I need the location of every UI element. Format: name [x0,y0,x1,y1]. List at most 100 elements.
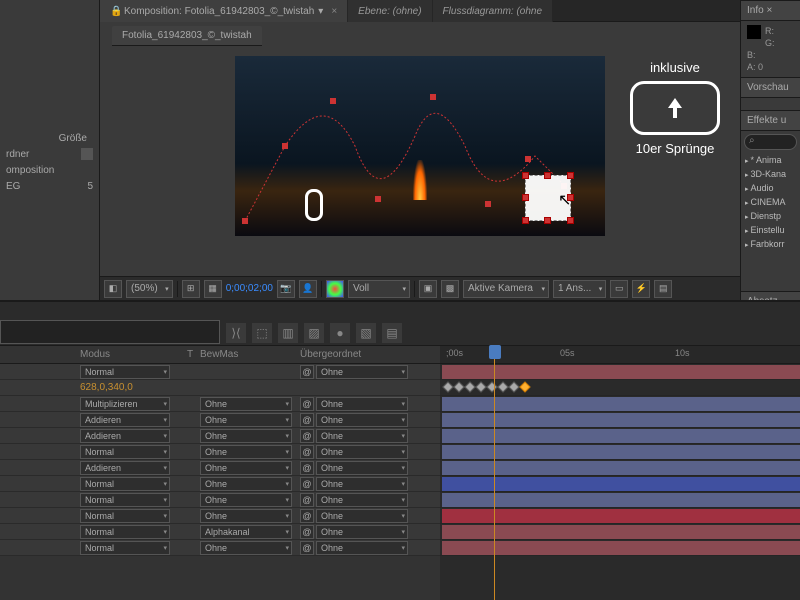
layer-row[interactable]: Normal @Ohne [0,364,440,380]
pickwhip-icon[interactable]: @ [300,445,314,459]
blend-mode-dropdown[interactable]: Normal [80,477,170,491]
snapshot-icon[interactable]: 📷 [277,280,295,298]
keyframe[interactable] [475,381,486,392]
safe-zones-icon[interactable]: ▦ [204,280,222,298]
layer-row[interactable]: AddierenOhne@Ohne [0,412,440,428]
grid-icon[interactable]: ⊞ [182,280,200,298]
current-time[interactable]: 0;00;02;00 [226,283,273,294]
layer-duration-bar[interactable] [442,509,800,523]
tab-dropdown-icon[interactable]: ▾ [318,6,323,17]
keyframe[interactable] [453,381,464,392]
pickwhip-icon[interactable]: @ [300,365,314,379]
trkmat-dropdown[interactable]: Ohne [200,413,292,427]
effect-category[interactable]: Farbkorr [741,237,800,251]
views-dropdown[interactable]: 1 Ans... [553,280,606,298]
layer-row[interactable]: NormalOhne@Ohne [0,492,440,508]
playhead[interactable] [494,346,495,600]
blend-mode-dropdown[interactable]: Normal [80,509,170,523]
keyframe[interactable] [497,381,508,392]
blend-mode-dropdown[interactable]: Normal [80,365,170,379]
keyframe[interactable] [486,381,497,392]
layer-row[interactable]: NormalOhne@Ohne [0,508,440,524]
layer-row[interactable]: NormalOhne@Ohne [0,540,440,556]
channel-icon[interactable] [326,280,344,298]
panel-preview-header[interactable]: Vorschau [741,77,800,98]
col-trkmat[interactable]: BewMas [200,349,300,360]
trkmat-dropdown[interactable]: Ohne [200,493,292,507]
layer-duration-bar[interactable] [442,365,800,379]
parent-dropdown[interactable]: Ohne [316,525,408,539]
layer-row[interactable]: NormalOhne@Ohne [0,444,440,460]
brain-icon[interactable]: ● [330,323,350,343]
layer-row[interactable]: AddierenOhne@Ohne [0,460,440,476]
always-preview-icon[interactable]: ◧ [104,280,122,298]
close-icon[interactable]: × [331,6,337,17]
trkmat-dropdown[interactable]: Ohne [200,429,292,443]
position-value[interactable]: 628,0,340,0 [0,382,133,393]
effect-category[interactable]: Dienstp [741,209,800,223]
layer-row[interactable]: MultiplizierenOhne@Ohne [0,396,440,412]
col-t[interactable]: T [180,349,200,360]
motion-blur-icon[interactable]: ▨ [304,323,324,343]
zoom-dropdown[interactable]: (50%) [126,280,173,298]
trkmat-dropdown[interactable]: Alphakanal [200,525,292,539]
draft-3d-icon[interactable]: ⬚ [252,323,272,343]
blend-mode-dropdown[interactable]: Addieren [80,429,170,443]
parent-dropdown[interactable]: Ohne [316,397,408,411]
pixel-aspect-icon[interactable]: ▭ [610,280,628,298]
shy-icon[interactable]: ⟩⟨ [226,323,246,343]
fast-preview-icon[interactable]: ⚡ [632,280,650,298]
blend-mode-dropdown[interactable]: Normal [80,493,170,507]
layer-row[interactable]: AddierenOhne@Ohne [0,428,440,444]
parent-dropdown[interactable]: Ohne [316,445,408,459]
parent-dropdown[interactable]: Ohne [316,365,408,379]
effect-category[interactable]: CINEMA [741,195,800,209]
pickwhip-icon[interactable]: @ [300,541,314,555]
graph-editor-icon[interactable]: ▧ [356,323,376,343]
keyframe[interactable] [519,381,530,392]
trkmat-dropdown[interactable]: Ohne [200,461,292,475]
effect-category[interactable]: * Anima [741,153,800,167]
switches-icon[interactable]: ▤ [382,323,402,343]
blend-mode-dropdown[interactable]: Addieren [80,461,170,475]
layer-row[interactable]: Normal Alphakanal @Ohne [0,524,440,540]
tab-composition[interactable]: 🔒 Komposition: Fotolia_61942803_©_twista… [100,0,348,22]
tab-flowchart[interactable]: Flussdiagramm: (ohne [433,0,553,22]
shape-1[interactable] [305,189,323,221]
effect-category[interactable]: Audio [741,181,800,195]
blend-mode-dropdown[interactable]: Normal [80,541,170,555]
layer-duration-bar[interactable] [442,541,800,555]
layer-duration-bar[interactable] [442,445,800,459]
blend-mode-dropdown[interactable]: Normal [80,525,170,539]
trkmat-dropdown[interactable]: Ohne [200,445,292,459]
pickwhip-icon[interactable]: @ [300,397,314,411]
roi-icon[interactable]: ▣ [419,280,437,298]
parent-dropdown[interactable]: Ohne [316,493,408,507]
trkmat-dropdown[interactable]: Ohne [200,541,292,555]
parent-dropdown[interactable]: Ohne [316,477,408,491]
frame-blend-icon[interactable]: ▥ [278,323,298,343]
trkmat-dropdown[interactable]: Ohne [200,397,292,411]
layer-row[interactable]: NormalOhne@Ohne [0,476,440,492]
effect-category[interactable]: Einstellu [741,223,800,237]
project-item[interactable]: EG5 [0,178,99,194]
pickwhip-icon[interactable]: @ [300,429,314,443]
keyframe[interactable] [464,381,475,392]
pickwhip-icon[interactable]: @ [300,525,314,539]
blend-mode-dropdown[interactable]: Normal [80,445,170,459]
parent-dropdown[interactable]: Ohne [316,509,408,523]
layer-duration-bar[interactable] [442,397,800,411]
trkmat-dropdown[interactable]: Ohne [200,509,292,523]
resolution-dropdown[interactable]: Voll [348,280,410,298]
layer-row[interactable]: 628,0,340,0 [0,380,440,396]
composition-breadcrumb[interactable]: Fotolia_61942803_©_twistah [112,26,262,46]
pickwhip-icon[interactable]: @ [300,509,314,523]
layer-duration-bar[interactable] [442,413,800,427]
selected-shape[interactable]: ↖ [525,175,571,221]
composition-viewer[interactable]: ↖ [235,56,605,236]
parent-dropdown[interactable]: Ohne [316,429,408,443]
effect-category[interactable]: 3D-Kana [741,167,800,181]
layer-duration-bar[interactable] [442,493,800,507]
trkmat-dropdown[interactable]: Ohne [200,477,292,491]
panel-effects-header[interactable]: Effekte u [741,110,800,131]
